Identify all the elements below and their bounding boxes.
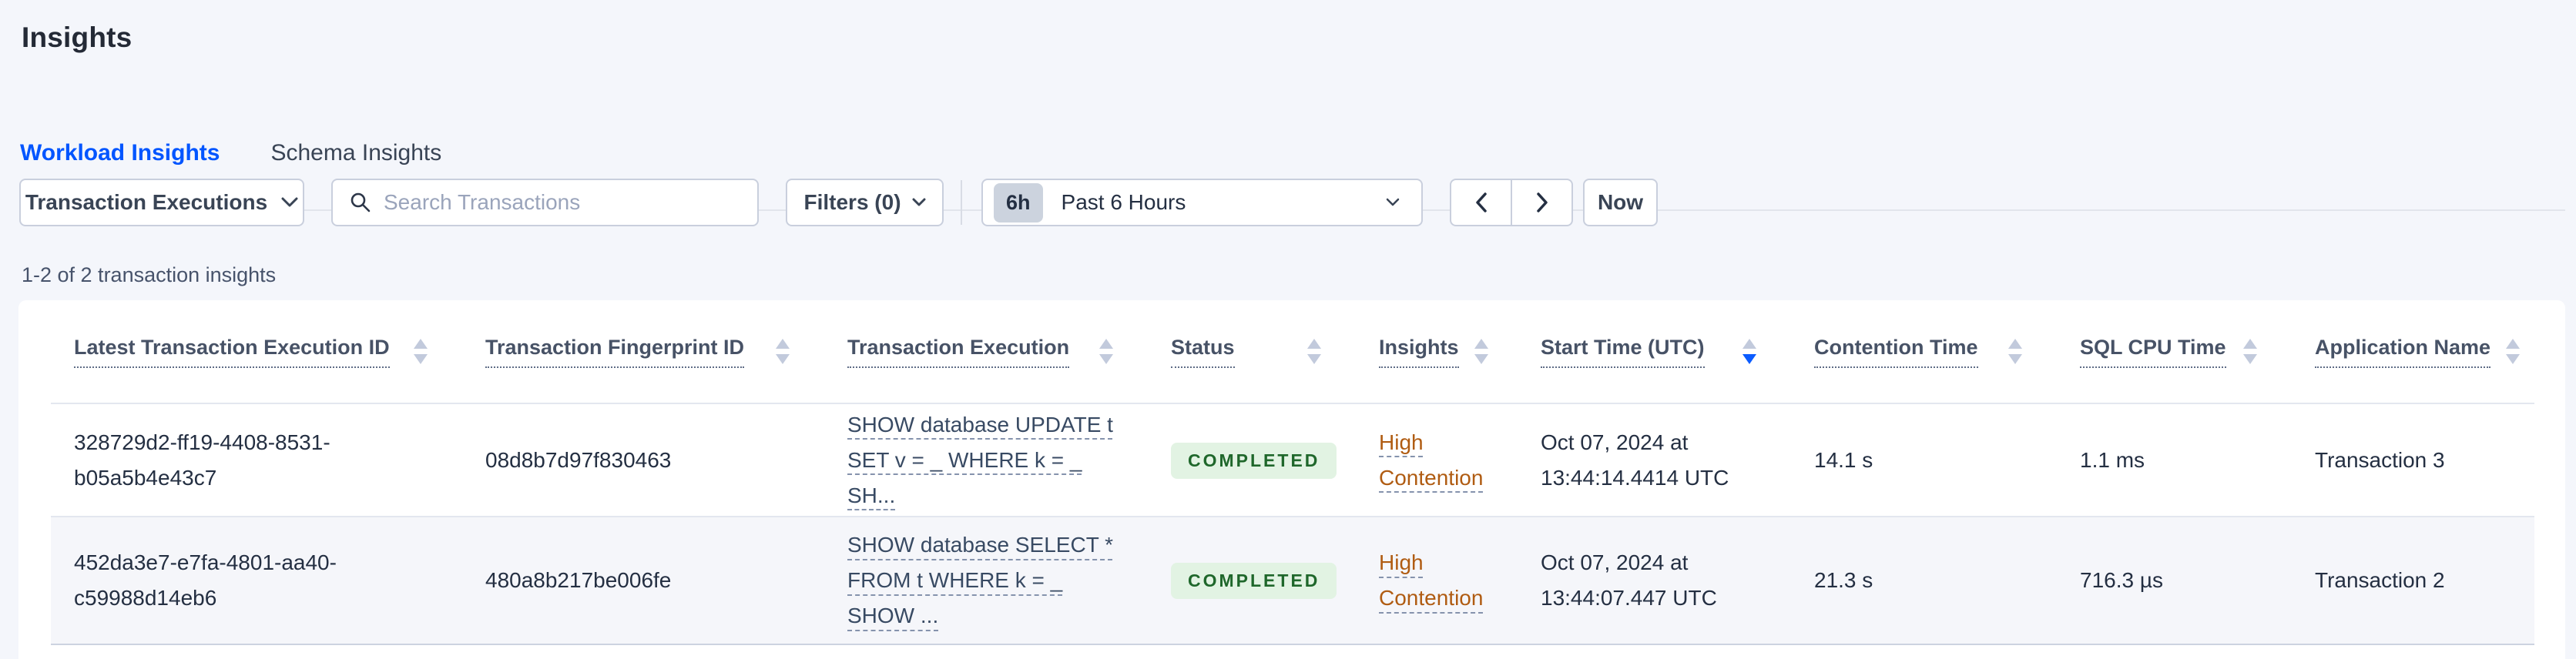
- search-icon: [350, 192, 371, 213]
- now-label: Now: [1597, 190, 1644, 214]
- transaction-execution-link[interactable]: SHOW database UPDATE t SET v = _ WHERE k…: [847, 413, 1113, 507]
- results-count: 1-2 of 2 transaction insights: [22, 263, 277, 286]
- execution-type-label: Transaction Executions: [25, 190, 268, 214]
- sql-cpu-time-value: 1.1 ms: [2080, 447, 2145, 472]
- page-title: Insights: [22, 22, 132, 53]
- filters-button[interactable]: Filters (0): [786, 179, 944, 226]
- fingerprint-id-value: 08d8b7d97f830463: [485, 447, 672, 472]
- sort-icon: [398, 339, 428, 364]
- next-time-range-button[interactable]: [1511, 179, 1573, 226]
- now-button[interactable]: Now: [1583, 179, 1658, 226]
- column-header-contention-time[interactable]: Contention Time: [1791, 336, 2057, 368]
- start-time-value: Oct 07, 2024 at 13:44:07.447 UTC: [1541, 550, 1717, 610]
- search-input[interactable]: [384, 190, 740, 215]
- fingerprint-id-value: 480a8b217be006fe: [485, 568, 672, 592]
- toolbar: Transaction Executions Filters (0) 6h Pa…: [0, 179, 2576, 226]
- sort-icon: [1292, 339, 1321, 364]
- latest-execution-id-value: 328729d2-ff19-4408-8531-b05a5b4e43c7: [74, 430, 330, 490]
- chevron-right-icon: [1536, 192, 1548, 212]
- sort-icon: [1993, 339, 2022, 364]
- filters-label: Filters (0): [803, 190, 901, 214]
- chevron-down-icon: [281, 197, 298, 208]
- application-name-value: Transaction 2: [2315, 568, 2445, 592]
- application-name-value: Transaction 3: [2315, 447, 2445, 472]
- sort-icon: [2228, 339, 2257, 364]
- insight-high-contention-link[interactable]: High Contention: [1379, 550, 1483, 610]
- contention-time-value: 14.1 s: [1814, 447, 1873, 472]
- insights-table-card: Latest Transaction Execution ID Transact…: [18, 300, 2565, 659]
- sort-icon: [1459, 339, 1488, 364]
- status-badge: COMPLETED: [1171, 442, 1337, 479]
- sort-icon: [1084, 339, 1113, 364]
- previous-time-range-button[interactable]: [1450, 179, 1512, 226]
- chevron-left-icon: [1475, 192, 1488, 212]
- contention-time-value: 21.3 s: [1814, 568, 1873, 592]
- table-row: 328729d2-ff19-4408-8531-b05a5b4e43c7 08d…: [51, 404, 2534, 517]
- chevron-down-icon: [912, 198, 926, 207]
- column-header-status[interactable]: Status: [1148, 336, 1356, 368]
- time-range-badge: 6h: [994, 182, 1043, 222]
- sort-icon: [2490, 339, 2521, 364]
- status-badge: COMPLETED: [1171, 563, 1337, 599]
- latest-execution-id-value: 452da3e7-e7fa-4801-aa40-c59988d14eb6: [74, 550, 337, 610]
- column-header-latest-transaction-execution-id[interactable]: Latest Transaction Execution ID: [51, 336, 462, 368]
- column-header-sql-cpu-time[interactable]: SQL CPU Time: [2057, 336, 2292, 368]
- chevron-down-icon: [1386, 198, 1400, 207]
- column-header-insights[interactable]: Insights: [1356, 336, 1518, 368]
- sort-icon: [760, 339, 790, 364]
- time-range-label: Past 6 Hours: [1061, 190, 1186, 214]
- column-header-transaction-fingerprint-id[interactable]: Transaction Fingerprint ID: [462, 336, 824, 368]
- toolbar-divider: [961, 180, 962, 225]
- table-header-row: Latest Transaction Execution ID Transact…: [51, 300, 2534, 404]
- sort-icon-active-desc: [1727, 339, 1756, 364]
- insight-high-contention-link[interactable]: High Contention: [1379, 430, 1483, 490]
- transaction-insights-table: Latest Transaction Execution ID Transact…: [51, 300, 2534, 645]
- column-header-start-time[interactable]: Start Time (UTC): [1518, 336, 1791, 368]
- table-row: 452da3e7-e7fa-4801-aa40-c59988d14eb6 480…: [51, 517, 2534, 645]
- start-time-value: Oct 07, 2024 at 13:44:14.4414 UTC: [1541, 430, 1729, 490]
- time-range-dropdown[interactable]: 6h Past 6 Hours: [981, 179, 1423, 226]
- transaction-execution-link[interactable]: SHOW database SELECT * FROM t WHERE k = …: [847, 533, 1113, 627]
- execution-type-dropdown[interactable]: Transaction Executions: [19, 179, 304, 226]
- column-header-transaction-execution[interactable]: Transaction Execution: [824, 336, 1148, 368]
- column-header-application-name[interactable]: Application Name: [2292, 336, 2534, 368]
- search-box: [331, 179, 759, 226]
- sql-cpu-time-value: 716.3 µs: [2080, 568, 2163, 592]
